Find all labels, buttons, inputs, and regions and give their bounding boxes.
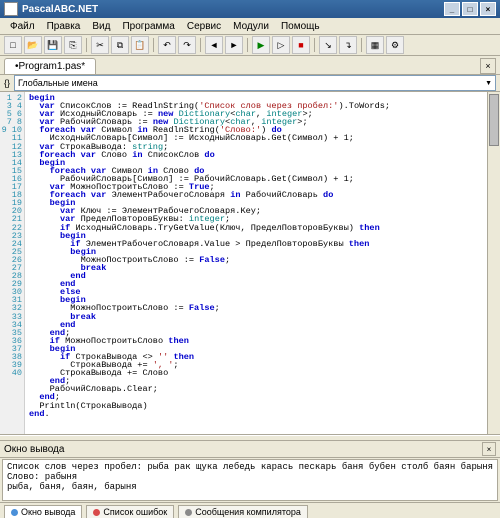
bottom-tab-label: Список ошибок — [103, 507, 167, 517]
toolbar-open-button[interactable]: 📂 — [24, 36, 42, 54]
title-bar: PascalABC.NET _ □ × — [0, 0, 500, 18]
bottom-tab-compiler[interactable]: Сообщения компилятора — [178, 505, 308, 518]
output-panel[interactable]: Список слов через пробел: рыба рак щука … — [2, 459, 498, 501]
tab-program1[interactable]: •Program1.pas* — [4, 58, 96, 74]
toolbar-run-button[interactable]: ▶ — [252, 36, 270, 54]
window-buttons: _ □ × — [444, 2, 496, 16]
menu-bar: Файл Правка Вид Программа Сервис Модули … — [0, 18, 500, 35]
minimize-button[interactable]: _ — [444, 2, 460, 16]
menu-modules[interactable]: Модули — [227, 20, 275, 33]
tab-close-button[interactable]: × — [480, 58, 496, 74]
bottom-tab-label: Сообщения компилятора — [195, 507, 301, 517]
line-gutter: 1 2 3 4 5 6 7 8 9 10 11 12 13 14 15 16 1… — [0, 92, 25, 434]
editor-tab-bar: •Program1.pas* × — [0, 56, 500, 75]
toolbar-redo-button[interactable]: ↷ — [178, 36, 196, 54]
maximize-button[interactable]: □ — [462, 2, 478, 16]
scrollbar-thumb[interactable] — [489, 94, 499, 146]
compiler-icon — [185, 509, 192, 516]
chevron-down-icon: ▼ — [485, 80, 492, 87]
app-icon — [4, 2, 18, 16]
code-area[interactable]: begin var СписокСлов := ReadlnString('Сп… — [25, 92, 487, 434]
window-title: PascalABC.NET — [22, 4, 98, 15]
toolbar-save-button[interactable]: 💾 — [44, 36, 62, 54]
scope-label: Глобальные имена — [18, 78, 98, 88]
bottom-tab-output[interactable]: Окно вывода — [4, 505, 82, 518]
errors-icon — [93, 509, 100, 516]
toolbar-copy-button[interactable]: ⧉ — [111, 36, 129, 54]
menu-program[interactable]: Программа — [116, 20, 180, 33]
toolbar-saveall-button[interactable]: ⎘ — [64, 36, 82, 54]
toolbar-run-sel-button[interactable]: ▷ — [272, 36, 290, 54]
toolbar-new-button[interactable]: □ — [4, 36, 22, 54]
scope-bar: {} Глобальные имена ▼ — [0, 75, 500, 92]
output-icon — [11, 509, 18, 516]
toolbar-nav-back-button[interactable]: ◄ — [205, 36, 223, 54]
toolbar-stop-button[interactable]: ■ — [292, 36, 310, 54]
menu-view[interactable]: Вид — [86, 20, 116, 33]
toolbar-paste-button[interactable]: 📋 — [131, 36, 149, 54]
toolbar-nav-fwd-button[interactable]: ► — [225, 36, 243, 54]
menu-file[interactable]: Файл — [4, 20, 41, 33]
output-title-label: Окно вывода — [4, 444, 64, 455]
menu-edit[interactable]: Правка — [41, 20, 87, 33]
toolbar: □📂💾⎘ ✂⧉📋 ↶↷ ◄► ▶▷■ ↘↴ ▦⚙ — [0, 35, 500, 56]
scope-dropdown[interactable]: Глобальные имена ▼ — [14, 75, 496, 91]
output-close-button[interactable]: × — [482, 442, 496, 456]
menu-help[interactable]: Помощь — [275, 20, 326, 33]
toolbar-step-over-button[interactable]: ↴ — [339, 36, 357, 54]
toolbar-settings-button[interactable]: ⚙ — [386, 36, 404, 54]
bottom-tab-errors[interactable]: Список ошибок — [86, 505, 174, 518]
vertical-scrollbar[interactable] — [487, 92, 500, 434]
scope-icon: {} — [4, 78, 10, 88]
toolbar-step-into-button[interactable]: ↘ — [319, 36, 337, 54]
menu-service[interactable]: Сервис — [181, 20, 227, 33]
bottom-tab-bar: Окно вывода Список ошибок Сообщения компил… — [0, 502, 500, 518]
output-panel-title: Окно вывода × — [0, 441, 500, 458]
close-button[interactable]: × — [480, 2, 496, 16]
editor: 1 2 3 4 5 6 7 8 9 10 11 12 13 14 15 16 1… — [0, 92, 500, 435]
toolbar-undo-button[interactable]: ↶ — [158, 36, 176, 54]
toolbar-form-button[interactable]: ▦ — [366, 36, 384, 54]
bottom-tab-label: Окно вывода — [21, 507, 75, 517]
toolbar-cut-button[interactable]: ✂ — [91, 36, 109, 54]
